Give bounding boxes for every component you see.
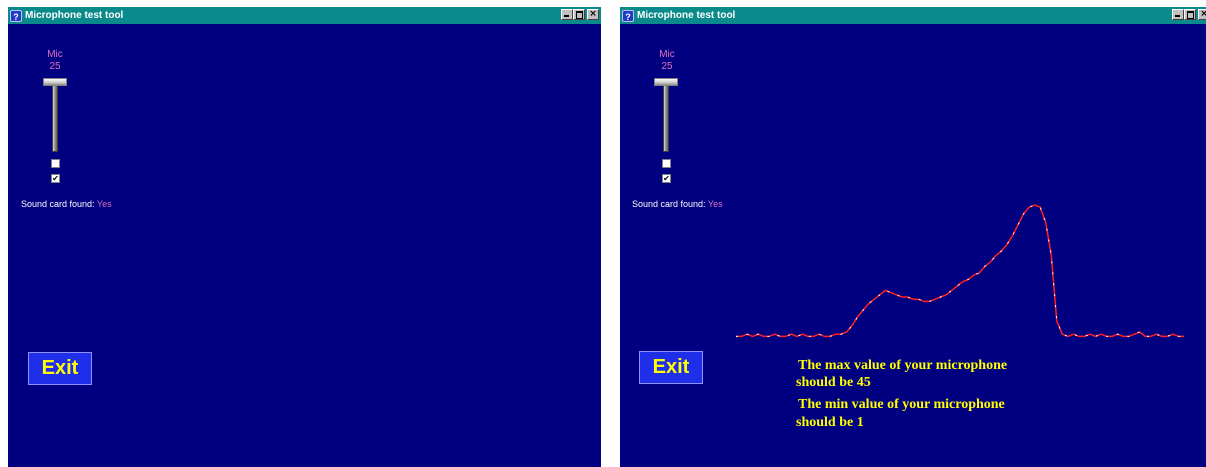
option-checkbox-1[interactable] [662,159,671,168]
left-app-window: ? Microphone test tool × Mic 25 ✔ Sound … [8,7,601,467]
option-checkbox-1[interactable] [51,159,60,168]
mic-value: 25 [49,61,61,72]
min-value-line-2: should be 1 [796,415,864,430]
mic-label: Mic [47,49,63,60]
max-value-line-1: The max value of your microphone [798,358,1008,373]
app-icon: ? [10,9,22,22]
option-checkbox-2[interactable]: ✔ [662,174,671,183]
exit-button[interactable]: Exit [28,352,92,385]
min-value-line-1: The min value of your microphone [798,397,1005,412]
mic-slider-track[interactable] [52,85,58,152]
close-button[interactable]: × [587,9,599,20]
window-title: Microphone test tool [25,10,124,21]
mic-slider-thumb[interactable] [654,78,678,86]
sound-card-label: Sound card found: [21,199,95,209]
sound-card-value: Yes [707,199,723,209]
sound-card-label: Sound card found: [632,199,706,209]
option-checkbox-2[interactable]: ✔ [51,174,60,183]
waveform-highlight [736,204,1184,337]
close-button[interactable]: × [1198,9,1206,20]
window-controls: × [561,9,599,20]
mic-slider-thumb[interactable] [43,78,67,86]
mic-slider-track[interactable] [663,85,669,152]
window-controls: × [1172,9,1206,20]
sound-card-value: Yes [96,199,112,209]
window-title: Microphone test tool [637,10,736,21]
waveform-line [736,204,1184,338]
mic-value: 25 [661,61,673,72]
microphone-waveform [736,204,1184,338]
left-title-bar[interactable]: ? Microphone test tool × [8,7,601,24]
minimize-button[interactable] [561,9,573,20]
maximize-button[interactable] [573,9,585,20]
right-title-bar[interactable]: ? Microphone test tool × [620,7,1206,24]
sound-card-status: Sound card found: Yes [632,199,723,209]
sound-card-status: Sound card found: Yes [21,199,112,209]
exit-button[interactable]: Exit [639,351,703,384]
right-app-window: ? Microphone test tool × Mic 25 ✔ Sound … [620,7,1206,467]
mic-label: Mic [659,49,675,60]
maximize-button[interactable] [1184,9,1196,20]
max-value-line-2: should be 45 [796,375,871,390]
app-icon: ? [622,9,634,22]
minimize-button[interactable] [1172,9,1184,20]
